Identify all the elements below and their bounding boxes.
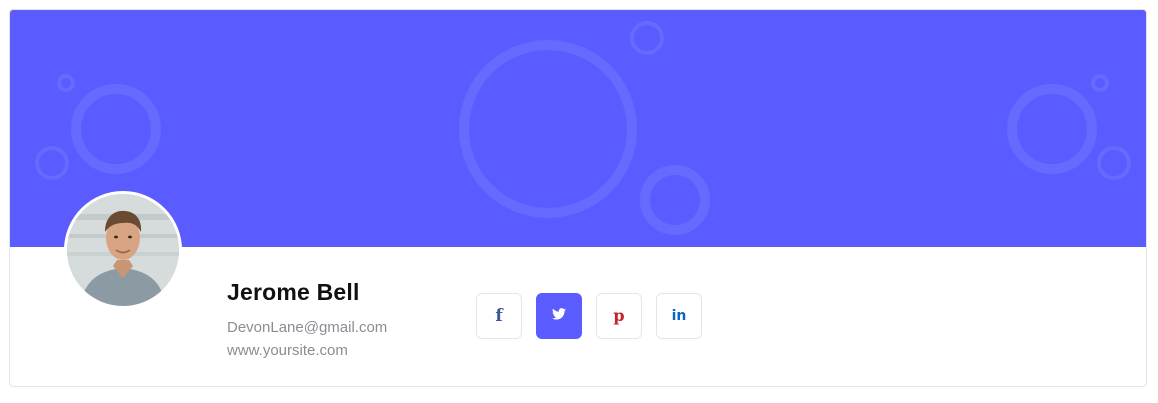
avatar — [64, 191, 182, 309]
social-links: f p in — [476, 293, 702, 339]
facebook-icon: f — [495, 305, 503, 326]
twitter-icon — [552, 307, 566, 325]
cover-banner — [10, 10, 1146, 247]
avatar-photo — [67, 194, 179, 306]
pinterest-icon: p — [613, 306, 625, 325]
pinterest-button[interactable]: p — [596, 293, 642, 339]
linkedin-icon: in — [671, 308, 687, 324]
linkedin-button[interactable]: in — [656, 293, 702, 339]
facebook-button[interactable]: f — [476, 293, 522, 339]
twitter-button[interactable] — [536, 293, 582, 339]
cover-pattern — [10, 10, 1146, 247]
profile-card: Jerome Bell DevonLane@gmail.com www.your… — [9, 9, 1147, 387]
profile-info: Jerome Bell DevonLane@gmail.com www.your… — [227, 278, 387, 362]
profile-name: Jerome Bell — [227, 279, 360, 305]
profile-website[interactable]: www.yoursite.com — [227, 339, 387, 362]
profile-email[interactable]: DevonLane@gmail.com — [227, 316, 387, 339]
